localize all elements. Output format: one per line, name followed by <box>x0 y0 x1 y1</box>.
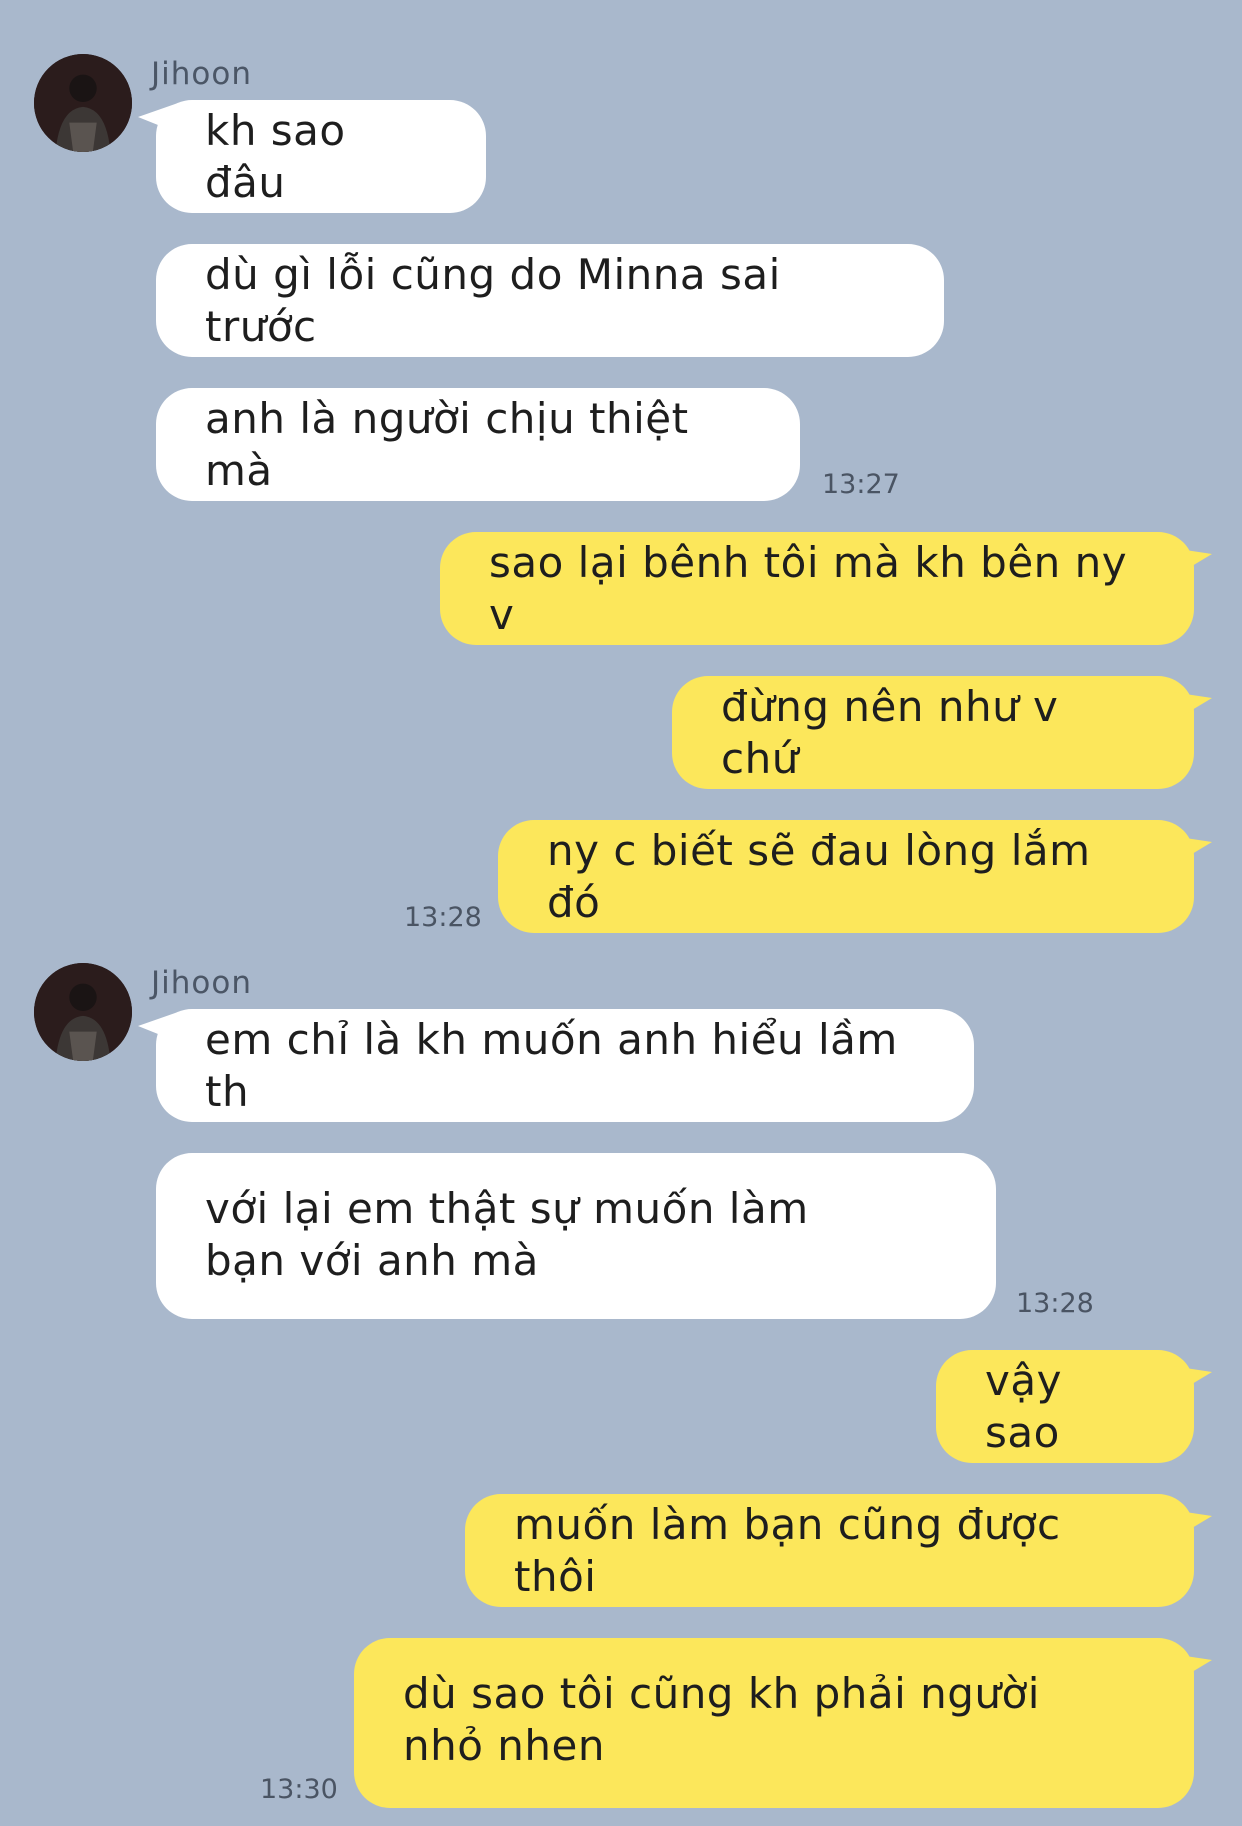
avatar[interactable] <box>34 963 132 1061</box>
message-bubble-incoming[interactable]: em chỉ là kh muốn anh hiểu lầm th <box>156 1009 974 1122</box>
bubble-tail <box>1172 1510 1212 1540</box>
sender-name: Jihoon <box>151 965 252 1001</box>
bubble-tail <box>1172 1654 1212 1684</box>
message-bubble-incoming[interactable]: dù gì lỗi cũng do Minna sai trước <box>156 244 944 357</box>
message-timestamp: 13:30 <box>260 1774 338 1805</box>
message-bubble-incoming[interactable]: anh là người chịu thiệt mà <box>156 388 800 501</box>
avatar[interactable] <box>34 54 132 152</box>
message-bubble-outgoing[interactable]: dù sao tôi cũng kh phải người nhỏ nhen <box>354 1638 1194 1808</box>
message-bubble-outgoing[interactable]: sao lại bênh tôi mà kh bên ny v <box>440 532 1194 645</box>
message-timestamp: 13:28 <box>1016 1288 1094 1319</box>
message-bubble-incoming[interactable]: kh sao đâu <box>156 100 486 213</box>
message-bubble-incoming[interactable]: với lại em thật sự muốn làm bạn với anh … <box>156 1153 996 1319</box>
bubble-tail <box>1172 1366 1212 1396</box>
bubble-tail <box>1172 692 1212 722</box>
message-bubble-outgoing[interactable]: đừng nên như v chứ <box>672 676 1194 789</box>
message-bubble-outgoing[interactable]: ny c biết sẽ đau lòng lắm đó <box>498 820 1194 933</box>
message-bubble-outgoing[interactable]: muốn làm bạn cũng được thôi <box>465 1494 1194 1607</box>
message-timestamp: 13:27 <box>822 469 900 500</box>
message-timestamp: 13:28 <box>404 902 482 933</box>
bubble-tail <box>1172 548 1212 578</box>
message-bubble-outgoing[interactable]: vậy sao <box>936 1350 1194 1463</box>
bubble-tail <box>1172 836 1212 866</box>
sender-name: Jihoon <box>151 56 252 92</box>
